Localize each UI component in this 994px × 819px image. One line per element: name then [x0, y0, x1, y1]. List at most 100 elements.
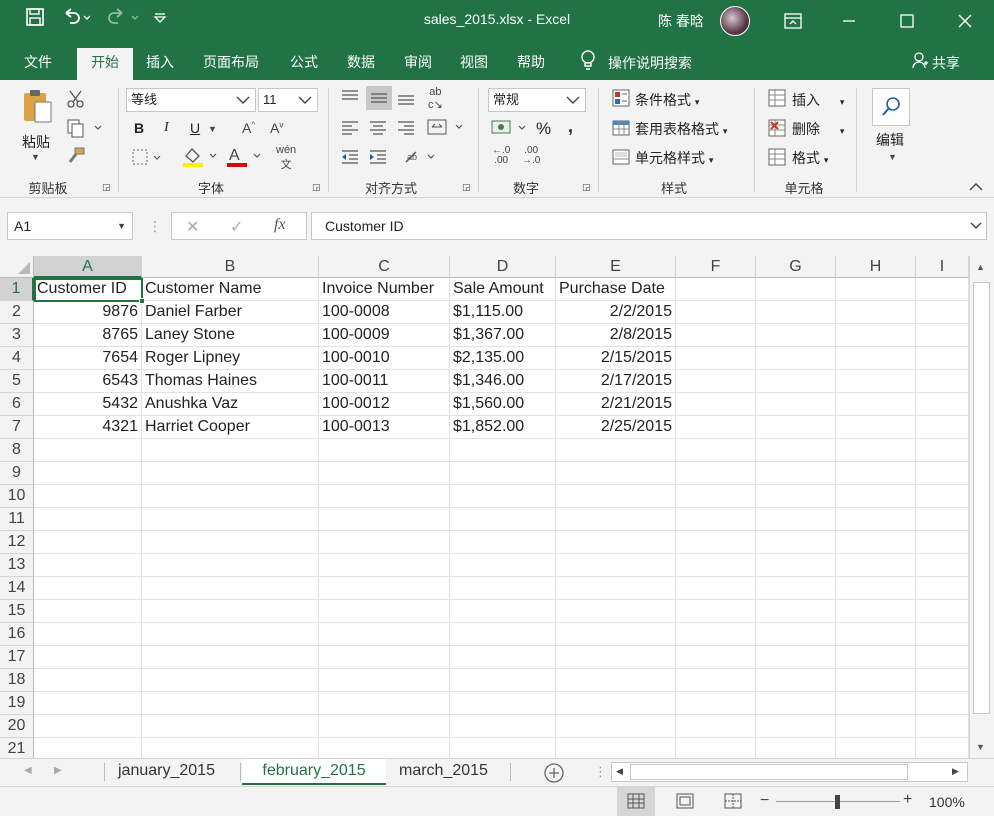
row-header-9[interactable]: 9: [0, 462, 34, 485]
row-header-20[interactable]: 20: [0, 715, 34, 738]
format-painter-icon[interactable]: [66, 146, 86, 169]
zoom-in-icon[interactable]: +: [903, 791, 912, 809]
alignment-launcher-icon[interactable]: ◲: [462, 182, 471, 193]
number-launcher-icon[interactable]: ◲: [582, 182, 591, 193]
cell-h18[interactable]: [836, 669, 916, 692]
cell-i16[interactable]: [916, 623, 969, 646]
cell-h13[interactable]: [836, 554, 916, 577]
select-all-button[interactable]: [0, 256, 34, 278]
cell-i8[interactable]: [916, 439, 969, 462]
cell-i14[interactable]: [916, 577, 969, 600]
format-cells-button[interactable]: 格式 ▾: [792, 148, 828, 168]
cell-e3[interactable]: 2/8/2015: [556, 324, 676, 347]
cell-a14[interactable]: [34, 577, 142, 600]
cell-f12[interactable]: [676, 531, 756, 554]
cell-f17[interactable]: [676, 646, 756, 669]
cell-f2[interactable]: [676, 301, 756, 324]
cell-a12[interactable]: [34, 531, 142, 554]
tab-view[interactable]: 视图: [450, 48, 498, 80]
cell-f10[interactable]: [676, 485, 756, 508]
cell-d3[interactable]: $1,367.00: [450, 324, 556, 347]
cell-e12[interactable]: [556, 531, 676, 554]
cell-c9[interactable]: [319, 462, 450, 485]
zoom-slider-thumb[interactable]: [835, 795, 840, 809]
cell-i6[interactable]: [916, 393, 969, 416]
cell-d7[interactable]: $1,852.00: [450, 416, 556, 439]
cell-h21[interactable]: [836, 738, 916, 758]
cell-a16[interactable]: [34, 623, 142, 646]
cell-i2[interactable]: [916, 301, 969, 324]
more-options-icon[interactable]: ⋮: [148, 218, 162, 235]
cell-d18[interactable]: [450, 669, 556, 692]
row-header-13[interactable]: 13: [0, 554, 34, 577]
cell-d15[interactable]: [450, 600, 556, 623]
cell-i17[interactable]: [916, 646, 969, 669]
cell-d5[interactable]: $1,346.00: [450, 370, 556, 393]
cell-h20[interactable]: [836, 715, 916, 738]
row-header-8[interactable]: 8: [0, 439, 34, 462]
cell-f3[interactable]: [676, 324, 756, 347]
cell-g5[interactable]: [756, 370, 836, 393]
cell-c19[interactable]: [319, 692, 450, 715]
row-header-11[interactable]: 11: [0, 508, 34, 531]
tab-formulas[interactable]: 公式: [280, 48, 328, 80]
cell-b20[interactable]: [142, 715, 319, 738]
cell-i11[interactable]: [916, 508, 969, 531]
row-header-6[interactable]: 6: [0, 393, 34, 416]
cell-e16[interactable]: [556, 623, 676, 646]
cell-c1[interactable]: Invoice Number: [319, 278, 450, 301]
cell-e7[interactable]: 2/25/2015: [556, 416, 676, 439]
cell-d20[interactable]: [450, 715, 556, 738]
clipboard-launcher-icon[interactable]: ◲: [102, 182, 111, 193]
align-right-icon[interactable]: [396, 118, 416, 139]
scroll-thumb[interactable]: [973, 282, 990, 714]
cell-f1[interactable]: [676, 278, 756, 301]
conditional-formatting-button[interactable]: 条件格式 ▾: [635, 90, 699, 110]
cell-e1[interactable]: Purchase Date: [556, 278, 676, 301]
cell-g21[interactable]: [756, 738, 836, 758]
font-size-select[interactable]: 11: [258, 88, 318, 112]
cell-e18[interactable]: [556, 669, 676, 692]
cell-a17[interactable]: [34, 646, 142, 669]
cell-a1[interactable]: Customer ID: [34, 278, 142, 301]
row-header-18[interactable]: 18: [0, 669, 34, 692]
font-launcher-icon[interactable]: ◲: [312, 182, 321, 193]
cell-e19[interactable]: [556, 692, 676, 715]
cell-d11[interactable]: [450, 508, 556, 531]
cancel-icon[interactable]: ✕: [186, 217, 199, 237]
cell-c12[interactable]: [319, 531, 450, 554]
cell-a19[interactable]: [34, 692, 142, 715]
cell-i12[interactable]: [916, 531, 969, 554]
cell-g15[interactable]: [756, 600, 836, 623]
cell-d17[interactable]: [450, 646, 556, 669]
row-header-2[interactable]: 2: [0, 301, 34, 324]
cell-e14[interactable]: [556, 577, 676, 600]
cell-g17[interactable]: [756, 646, 836, 669]
sheet-tab-february[interactable]: february_2015: [242, 759, 386, 785]
orientation-icon[interactable]: ab c↘: [428, 86, 443, 111]
percent-button[interactable]: %: [536, 119, 551, 139]
cell-b9[interactable]: [142, 462, 319, 485]
cell-h12[interactable]: [836, 531, 916, 554]
column-header-i[interactable]: I: [916, 256, 969, 278]
cell-d6[interactable]: $1,560.00: [450, 393, 556, 416]
cell-f7[interactable]: [676, 416, 756, 439]
decrease-decimal-icon[interactable]: .00 →.0: [522, 146, 540, 166]
tab-page-layout[interactable]: 页面布局: [193, 48, 269, 80]
cell-b6[interactable]: Anushka Vaz: [142, 393, 319, 416]
cell-c4[interactable]: 100-0010: [319, 347, 450, 370]
cell-a11[interactable]: [34, 508, 142, 531]
accounting-format-icon[interactable]: [490, 118, 530, 141]
scroll-thumb[interactable]: [630, 764, 908, 780]
add-sheet-icon[interactable]: [543, 762, 565, 787]
scroll-up-icon[interactable]: ▲: [976, 262, 985, 272]
align-bottom-icon[interactable]: [396, 88, 416, 109]
cell-c14[interactable]: [319, 577, 450, 600]
paste-label[interactable]: 粘贴: [22, 132, 50, 152]
cell-g2[interactable]: [756, 301, 836, 324]
font-name-select[interactable]: 等线: [126, 88, 256, 112]
cell-e21[interactable]: [556, 738, 676, 758]
cell-e4[interactable]: 2/15/2015: [556, 347, 676, 370]
cell-d12[interactable]: [450, 531, 556, 554]
cell-d8[interactable]: [450, 439, 556, 462]
